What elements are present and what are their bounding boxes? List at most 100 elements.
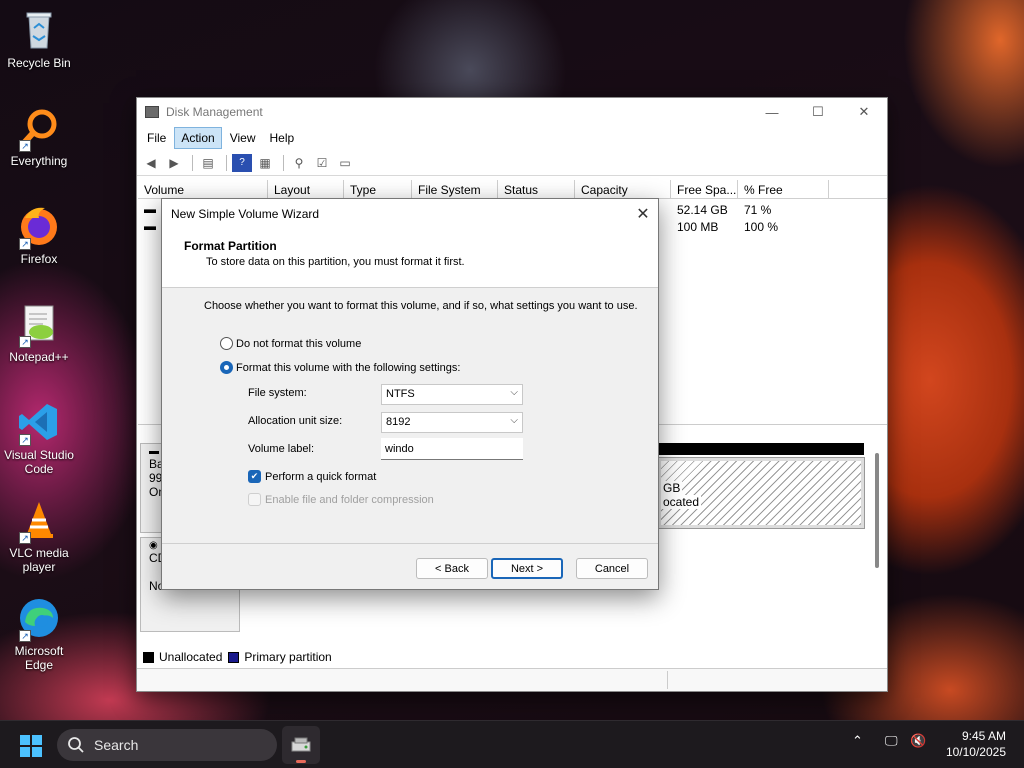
shortcut-arrow-icon: ↗	[19, 140, 31, 152]
unallocated-partition[interactable]: GB ocated	[657, 457, 865, 529]
radio-button[interactable]	[220, 337, 233, 350]
maximize-button[interactable]: ☐	[795, 98, 841, 126]
desktop-icon-label: Everything	[10, 154, 68, 168]
cancel-button[interactable]: Cancel	[576, 558, 648, 579]
wizard-title-bar[interactable]: New Simple Volume Wizard ✕	[162, 199, 658, 229]
network-icon[interactable]: 🖵	[885, 733, 898, 749]
desktop-icon-recycle-bin[interactable]: Recycle Bin	[2, 8, 76, 70]
checkmark-icon[interactable]: ✔	[248, 470, 261, 483]
unallocated-label: ocated	[661, 495, 702, 509]
column-status[interactable]: Status	[498, 180, 575, 198]
clock-date: 10/10/2025	[945, 745, 1006, 759]
menu-help[interactable]: Help	[264, 128, 301, 148]
wizard-title: New Simple Volume Wizard	[171, 207, 320, 221]
close-button[interactable]: ✕	[841, 98, 887, 126]
file-system-select[interactable]: NTFS ⌵	[381, 384, 523, 405]
title-bar[interactable]: Disk Management — ☐ ✕	[137, 98, 887, 126]
file-system-value: NTFS	[386, 388, 415, 400]
chevron-down-icon: ⌵	[510, 415, 518, 426]
toolbar-separator	[192, 154, 193, 171]
speaker-muted-icon[interactable]: 🔇	[910, 733, 926, 749]
checkbox-label: Enable file and folder compression	[265, 493, 434, 506]
radio-do-not-format[interactable]: Do not format this volume	[220, 337, 361, 350]
desktop-icon-vlc[interactable]: ↗ VLC media player	[2, 498, 76, 574]
file-system-label: File system:	[248, 387, 307, 399]
back-button[interactable]: < Back	[416, 558, 488, 579]
menu-file[interactable]: File	[141, 128, 172, 148]
radio-label: Do not format this volume	[236, 337, 362, 350]
vertical-scrollbar[interactable]	[875, 453, 879, 568]
window-title: Disk Management	[166, 105, 263, 119]
desktop-icon-notepadpp[interactable]: ↗ Notepad++	[2, 302, 76, 364]
menu-bar: File Action View Help	[137, 126, 887, 150]
menu-view[interactable]: View	[224, 128, 262, 148]
shortcut-arrow-icon: ↗	[19, 532, 31, 544]
column-volume[interactable]: Volume	[138, 180, 268, 198]
volume-label-input[interactable]	[381, 438, 523, 460]
unallocated-header-bar	[658, 443, 864, 455]
allocation-unit-value: 8192	[386, 416, 411, 428]
notepadpp-icon: ↗	[17, 302, 61, 348]
next-button[interactable]: Next >	[491, 558, 563, 579]
desktop-icon-label: Firefox	[20, 252, 58, 266]
column-layout[interactable]: Layout	[268, 180, 344, 198]
column-capacity[interactable]: Capacity	[575, 180, 671, 198]
row-percent-free: 100 %	[744, 220, 779, 234]
properties-grid-icon[interactable]: ▤	[198, 154, 218, 172]
desktop-icon-firefox[interactable]: ↗ Firefox	[2, 204, 76, 266]
column-type[interactable]: Type	[344, 180, 412, 198]
row-free-space: 52.14 GB	[677, 203, 728, 217]
minimize-button[interactable]: —	[749, 98, 795, 126]
shortcut-arrow-icon: ↗	[19, 434, 31, 446]
desktop-icon-label: Recycle Bin	[7, 56, 71, 70]
allocation-unit-label: Allocation unit size:	[248, 415, 343, 427]
chevron-up-icon[interactable]: ⌃	[852, 733, 863, 749]
connect-icon[interactable]: ⚲	[289, 154, 309, 172]
desktop-icon-edge[interactable]: ↗ Microsoft Edge	[2, 596, 76, 672]
chevron-down-icon: ⌵	[510, 387, 518, 398]
column-free-space[interactable]: Free Spa...	[671, 180, 738, 198]
allocation-unit-select[interactable]: 8192 ⌵	[381, 412, 523, 433]
column-percent-free[interactable]: % Free	[738, 180, 829, 198]
clock[interactable]: 9:45 AM 10/10/2025	[946, 728, 1006, 760]
wizard-subheading: To store data on this partition, you mus…	[206, 256, 465, 268]
taskbar-search[interactable]: Search	[57, 729, 277, 761]
clock-time: 9:45 AM	[961, 729, 1006, 743]
search-icon	[68, 737, 84, 753]
forward-arrow-icon[interactable]: ▶	[164, 154, 184, 172]
column-file-system[interactable]: File System	[412, 180, 498, 198]
checkbox-empty	[248, 493, 261, 506]
quick-format-checkbox[interactable]: ✔ Perform a quick format	[248, 470, 376, 483]
disk-management-icon	[145, 106, 159, 118]
wizard-body: Choose whether you want to format this v…	[162, 288, 658, 542]
desktop-icon-vscode[interactable]: ↗ Visual Studio Code	[2, 400, 76, 476]
taskbar: Search ⌃ 🖵 🔇 9:45 AM 10/10/2025	[0, 720, 1024, 768]
legend-primary: Primary partition	[244, 650, 332, 664]
checkbox-label: Perform a quick format	[265, 470, 377, 483]
radio-format-volume[interactable]: Format this volume with the following se…	[220, 361, 460, 374]
toolbar-separator	[226, 154, 227, 171]
volume-label-label: Volume label:	[248, 443, 315, 455]
edge-icon: ↗	[17, 596, 61, 642]
drive-icon: ▬	[144, 202, 156, 216]
row-percent-free: 71 %	[744, 203, 772, 217]
details-icon[interactable]: ▭	[335, 154, 355, 172]
new-simple-volume-wizard[interactable]: New Simple Volume Wizard ✕ Format Partit…	[161, 198, 659, 590]
console-tree-icon[interactable]: ▦	[255, 154, 275, 172]
recycle-bin-icon	[17, 8, 61, 52]
taskbar-disk-management-app[interactable]	[282, 726, 320, 764]
windows-start-icon[interactable]	[20, 735, 42, 757]
legend-unallocated: Unallocated	[159, 650, 223, 664]
wizard-close-button[interactable]: ✕	[628, 204, 658, 224]
wizard-heading: Format Partition	[184, 239, 277, 253]
desktop-icon-everything[interactable]: ↗ Everything	[2, 106, 76, 168]
wizard-header: Format Partition To store data on this p…	[162, 229, 658, 288]
back-arrow-icon[interactable]: ◀	[141, 154, 161, 172]
shortcut-arrow-icon: ↗	[19, 238, 31, 250]
checklist-icon[interactable]: ☑	[312, 154, 332, 172]
disk-management-icon	[291, 737, 311, 752]
radio-button-selected[interactable]	[220, 361, 233, 374]
help-icon[interactable]: ?	[232, 153, 252, 172]
menu-action[interactable]: Action	[174, 127, 222, 149]
drive-icon: ▬	[144, 219, 156, 233]
